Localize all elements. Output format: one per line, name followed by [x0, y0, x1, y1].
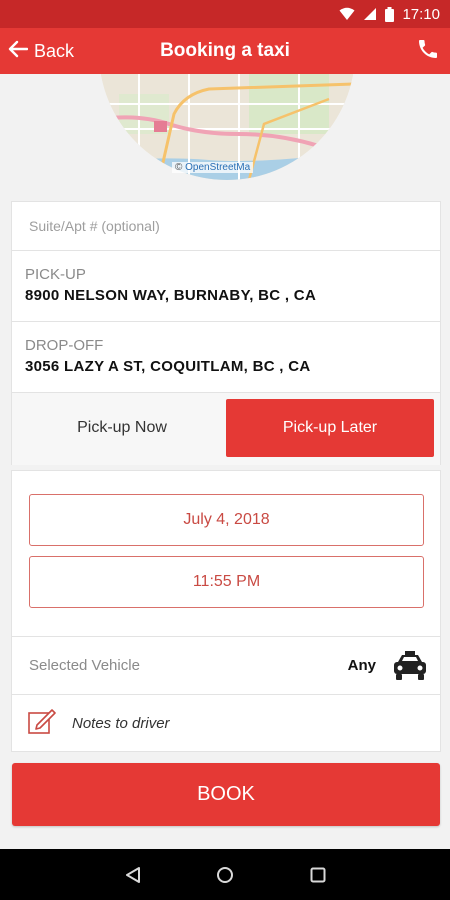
phone-icon — [416, 37, 440, 66]
map-attribution: © OpenStreetMa — [172, 162, 254, 173]
pickup-label: PICK-UP — [25, 266, 86, 283]
time-picker-button[interactable]: 11:55 PM — [29, 556, 424, 608]
dropoff-label: DROP-OFF — [25, 337, 104, 354]
dropoff-value: 3056 LAZY A ST, COQUITLAM, BC , CA — [25, 358, 311, 375]
book-button[interactable]: BOOK — [12, 763, 440, 826]
map-area: © OpenStreetMa — [0, 74, 450, 182]
pickup-address[interactable]: PICK-UP 8900 NELSON WAY, BURNABY, BC , C… — [12, 251, 440, 322]
back-triangle-icon[interactable] — [124, 849, 142, 900]
notes-to-driver[interactable]: Notes to driver — [12, 694, 440, 752]
date-picker-button[interactable]: July 4, 2018 — [29, 494, 424, 546]
notes-label: Notes to driver — [72, 715, 170, 732]
dropoff-address[interactable]: DROP-OFF 3056 LAZY A ST, COQUITLAM, BC ,… — [12, 322, 440, 393]
signal-icon — [363, 7, 377, 21]
call-button[interactable] — [416, 28, 440, 74]
system-nav-bar — [0, 849, 450, 900]
edit-note-icon — [28, 708, 56, 739]
suite-input[interactable] — [29, 218, 409, 234]
status-bar: 17:10 — [0, 0, 450, 28]
vehicle-selector[interactable]: Selected Vehicle Any — [12, 636, 440, 694]
pickup-later-button[interactable]: Pick-up Later — [226, 399, 434, 457]
vehicle-label: Selected Vehicle — [29, 657, 140, 674]
battery-icon — [385, 6, 395, 22]
arrow-left-icon — [8, 40, 29, 63]
schedule-card: July 4, 2018 11:55 PM Selected Vehicle A… — [11, 470, 441, 752]
pickup-value: 8900 NELSON WAY, BURNABY, BC , CA — [25, 287, 317, 304]
vehicle-value: Any — [347, 657, 376, 674]
home-circle-icon[interactable] — [216, 849, 234, 900]
taxi-icon — [392, 651, 428, 686]
openstreetmap-link[interactable]: OpenStreetMa — [185, 162, 250, 173]
status-time: 17:10 — [402, 5, 440, 23]
recents-square-icon[interactable] — [309, 849, 327, 900]
booking-form: PICK-UP 8900 NELSON WAY, BURNABY, BC , C… — [11, 201, 441, 465]
wifi-icon — [339, 7, 355, 21]
pickup-mode-toggle: Pick-up Now Pick-up Later — [12, 393, 440, 465]
back-button[interactable]: Back — [8, 28, 74, 74]
back-label: Back — [34, 40, 75, 61]
pickup-now-button[interactable]: Pick-up Now — [18, 399, 226, 457]
suite-row — [12, 202, 440, 251]
app-bar: Back Booking a taxi — [0, 28, 450, 74]
